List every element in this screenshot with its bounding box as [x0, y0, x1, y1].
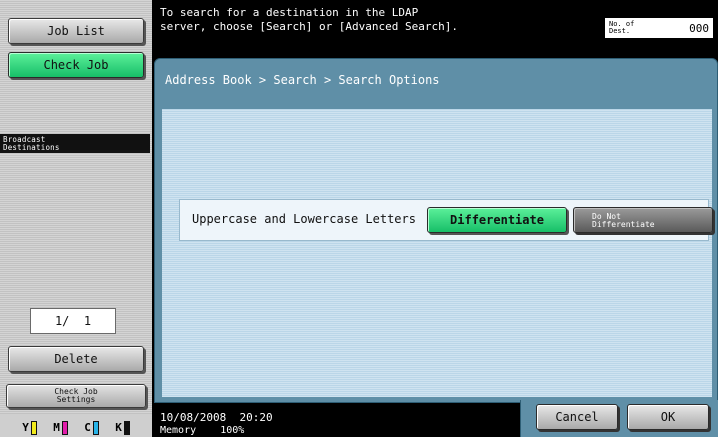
memory-label: Memory	[160, 425, 197, 436]
toner-yellow: Y	[22, 421, 37, 435]
destination-count: No. of Dest. 000	[605, 18, 713, 38]
toner-yellow-label: Y	[22, 421, 29, 434]
case-sensitivity-option: Uppercase and Lowercase Letters Differen…	[179, 199, 713, 241]
differentiate-button[interactable]: Differentiate	[427, 207, 567, 233]
check-job-settings-button[interactable]: Check Job Settings	[6, 384, 146, 408]
toner-cyan-bar	[92, 421, 99, 435]
delete-button[interactable]: Delete	[8, 346, 144, 372]
toner-magenta-label: M	[53, 421, 60, 434]
instruction-message: To search for a destination in the LDAP …	[160, 6, 459, 33]
content-area: Uppercase and Lowercase Letters Differen…	[162, 109, 713, 397]
check-job-button[interactable]: Check Job	[8, 52, 144, 78]
search-options-panel: Address Book > Search > Search Options U…	[154, 58, 718, 403]
destination-count-label: No. of Dest.	[609, 20, 635, 35]
sidebar: Job List Check Job Broadcast Destination…	[0, 0, 152, 437]
do-not-differentiate-button[interactable]: Do Not Differentiate	[573, 207, 713, 233]
memory-value: 100%	[220, 425, 245, 436]
breadcrumb: Address Book > Search > Search Options	[165, 73, 440, 87]
cancel-button[interactable]: Cancel	[536, 404, 618, 430]
toner-cyan-label: C	[84, 421, 91, 434]
footer-date: 10/08/2008	[160, 411, 227, 424]
destination-count-value: 000	[689, 21, 709, 35]
broadcast-destinations-label: Broadcast Destinations	[0, 134, 150, 153]
toner-magenta-bar	[61, 421, 68, 435]
footer-datetime: 10/08/2008 20:20	[160, 412, 273, 424]
toner-black-label: K	[115, 421, 122, 434]
footer-actions: Cancel OK	[520, 400, 718, 437]
toner-black: K	[115, 421, 130, 435]
toner-levels: Y M C K	[0, 414, 152, 437]
footer-time: 20:20	[239, 411, 273, 424]
ok-button[interactable]: OK	[627, 404, 709, 430]
toner-yellow-bar	[30, 421, 37, 435]
page-counter: 1/ 1	[30, 308, 116, 334]
case-sensitivity-label: Uppercase and Lowercase Letters	[192, 212, 416, 226]
job-list-button[interactable]: Job List	[8, 18, 144, 44]
toner-magenta: M	[53, 421, 68, 435]
toner-black-bar	[123, 421, 130, 435]
footer-memory: Memory 100%	[160, 425, 244, 437]
toner-cyan: C	[84, 421, 99, 435]
